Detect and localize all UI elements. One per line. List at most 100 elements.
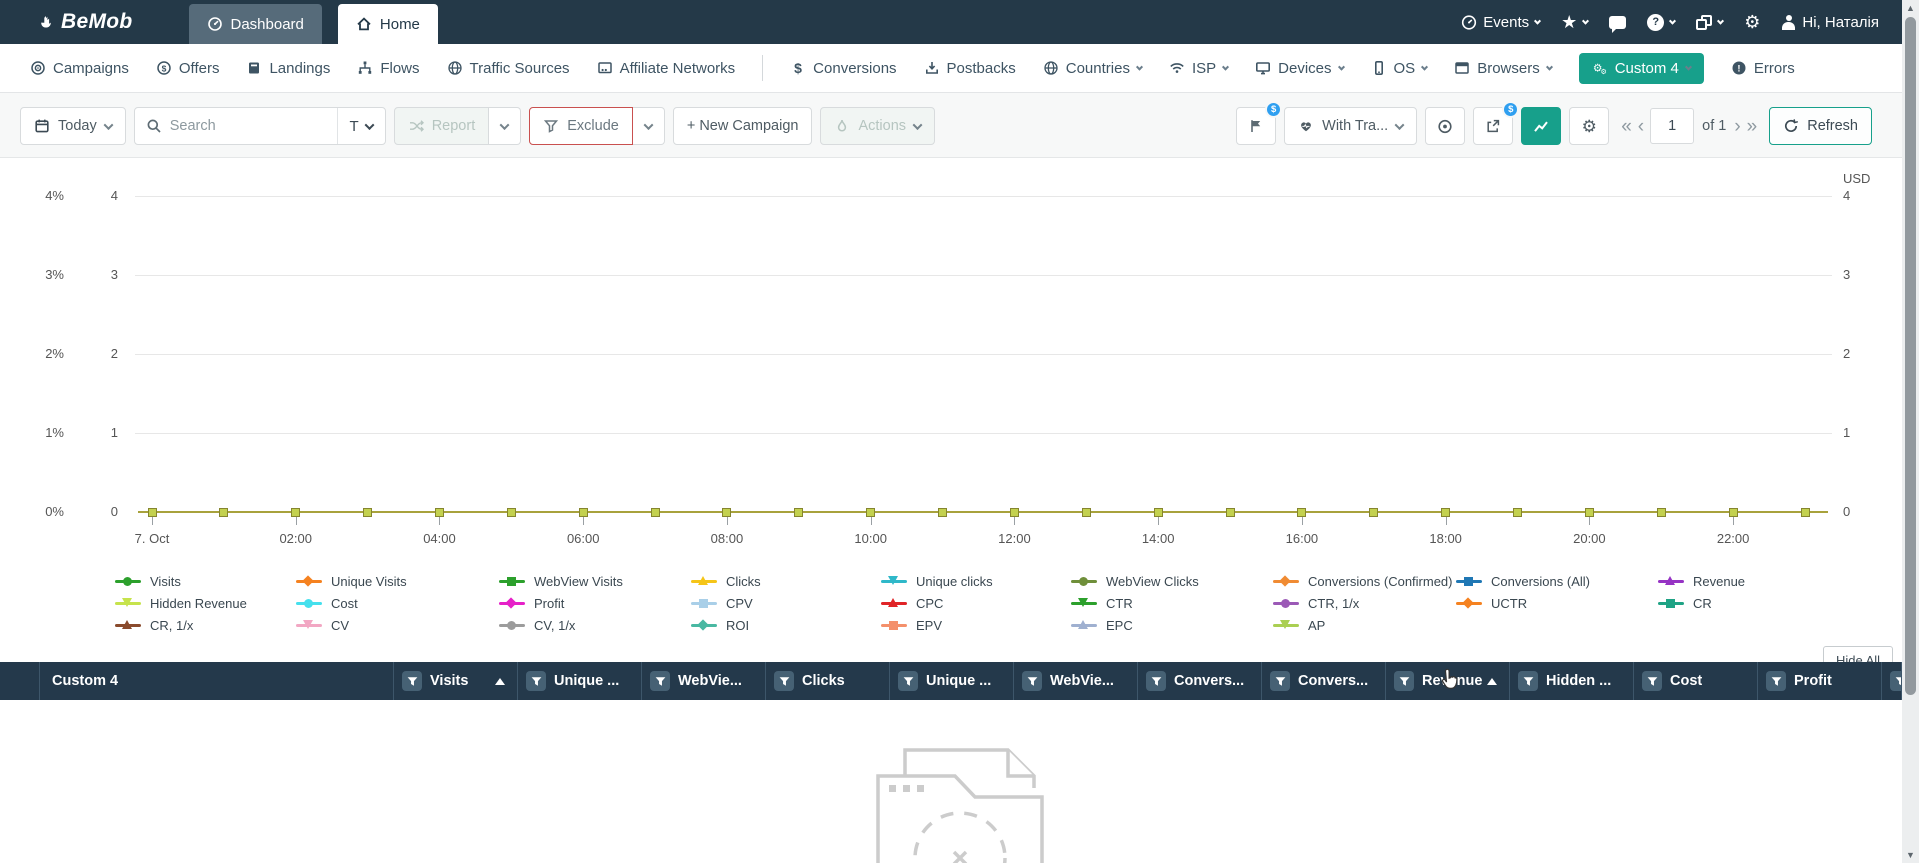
nav-item-custom-4[interactable]: ⚙ ⚙ Custom 4 — [1578, 52, 1704, 84]
first-page-button[interactable]: « — [1621, 117, 1632, 136]
legend-item-epc[interactable]: EPC — [1071, 614, 1199, 636]
nav-item-errors[interactable]: ! Errors — [1731, 60, 1795, 77]
exclude-button[interactable]: Exclude — [529, 107, 633, 145]
nav-item-postbacks[interactable]: Postbacks — [924, 60, 1016, 77]
chart-data-point[interactable] — [363, 508, 373, 517]
report-dropdown-button[interactable] — [489, 107, 522, 145]
chart-data-point[interactable] — [1009, 508, 1019, 517]
chart-data-point[interactable] — [1225, 508, 1235, 517]
chart-data-point[interactable] — [434, 508, 444, 517]
chart-data-point[interactable] — [1728, 508, 1738, 517]
table-header-group-name[interactable]: Custom 4 — [40, 662, 394, 700]
legend-item-unique-visits[interactable]: Unique Visits — [296, 570, 407, 592]
legend-item-cr[interactable]: CR — [1658, 592, 1745, 614]
page-number-input[interactable] — [1650, 108, 1695, 144]
chart-data-point[interactable] — [1656, 508, 1666, 517]
chart-data-point[interactable] — [578, 508, 588, 517]
chart-data-point[interactable] — [1153, 508, 1163, 517]
table-settings-button[interactable]: ⚙ — [1569, 107, 1610, 145]
nav-item-affiliate-networks[interactable]: Affiliate Networks — [597, 60, 735, 77]
new-campaign-button[interactable]: + New Campaign — [672, 107, 813, 145]
chart-data-point[interactable] — [1584, 508, 1594, 517]
legend-item-ctr[interactable]: CTR — [1071, 592, 1199, 614]
scroll-up-arrow[interactable]: ▲ — [1902, 0, 1919, 16]
windows-menu[interactable] — [1696, 14, 1725, 30]
vertical-scrollbar[interactable]: ▲ ▼ — [1902, 0, 1919, 863]
table-header-hidden[interactable]: Hidden ... — [1510, 662, 1634, 700]
chart-data-point[interactable] — [147, 508, 157, 517]
table-header-unique[interactable]: Unique ... — [518, 662, 642, 700]
chart-data-point[interactable] — [938, 508, 948, 517]
filter-funnel-icon[interactable] — [1642, 671, 1662, 691]
filter-funnel-icon[interactable] — [650, 671, 670, 691]
last-page-button[interactable]: » — [1747, 117, 1758, 136]
favorites-menu[interactable]: ★ — [1561, 13, 1590, 31]
legend-item-ap[interactable]: AP — [1273, 614, 1453, 636]
filter-funnel-icon[interactable] — [1518, 671, 1538, 691]
table-header-profit[interactable]: Profit — [1758, 662, 1882, 700]
table-header-revenue[interactable]: Revenue — [1386, 662, 1510, 700]
legend-item-cpv[interactable]: CPV — [691, 592, 761, 614]
legend-item-cr-1-x[interactable]: CR, 1/x — [115, 614, 247, 636]
nav-item-conversions[interactable]: $ Conversions — [790, 60, 896, 77]
filter-funnel-icon[interactable] — [1022, 671, 1042, 691]
nav-item-os[interactable]: OS — [1371, 60, 1429, 77]
help-menu[interactable]: ? — [1647, 13, 1677, 31]
nav-item-flows[interactable]: Flows — [357, 60, 420, 77]
legend-item-cost[interactable]: Cost — [296, 592, 407, 614]
search-input[interactable] — [161, 118, 337, 134]
filter-funnel-icon[interactable] — [1890, 671, 1901, 691]
nav-item-campaigns[interactable]: Campaigns — [30, 60, 129, 77]
legend-item-hidden-revenue[interactable]: Hidden Revenue — [115, 592, 247, 614]
legend-item-revenue[interactable]: Revenue — [1658, 570, 1745, 592]
filter-funnel-icon[interactable] — [1394, 671, 1414, 691]
legend-item-webview-visits[interactable]: WebView Visits — [499, 570, 623, 592]
chart-data-point[interactable] — [1441, 508, 1451, 517]
filter-funnel-icon[interactable] — [526, 671, 546, 691]
report-button[interactable]: Report — [393, 107, 490, 145]
nav-item-countries[interactable]: Countries — [1043, 60, 1143, 77]
table-header-cost[interactable]: Cost — [1634, 662, 1758, 700]
legend-item-conversions-confirmed[interactable]: Conversions (Confirmed) — [1273, 570, 1453, 592]
settings-button[interactable]: ⚙ — [1744, 13, 1760, 31]
table-header-visits[interactable]: Visits — [394, 662, 518, 700]
chat-button[interactable] — [1609, 15, 1627, 33]
table-header-clicks[interactable]: Clicks — [766, 662, 890, 700]
nav-item-traffic-sources[interactable]: Traffic Sources — [447, 60, 570, 77]
chart-toggle-button[interactable] — [1521, 107, 1562, 145]
visibility-button[interactable] — [1425, 107, 1466, 145]
tab-home[interactable]: Home — [337, 4, 438, 44]
table-header-convers[interactable]: Convers... — [1262, 662, 1386, 700]
with-traffic-filter-button[interactable]: With Tra... — [1284, 107, 1418, 145]
nav-item-isp[interactable]: ISP — [1169, 60, 1230, 77]
chart-data-point[interactable] — [1369, 508, 1379, 517]
legend-item-unique-clicks[interactable]: Unique clicks — [881, 570, 993, 592]
legend-item-webview-clicks[interactable]: WebView Clicks — [1071, 570, 1199, 592]
events-menu[interactable]: Events — [1461, 14, 1542, 31]
search-type-selector[interactable]: T — [336, 108, 385, 144]
legend-item-visits[interactable]: Visits — [115, 570, 247, 592]
filter-funnel-icon[interactable] — [1146, 671, 1166, 691]
legend-item-conversions-all[interactable]: Conversions (All) — [1456, 570, 1590, 592]
legend-item-cv[interactable]: CV — [296, 614, 407, 636]
table-header-webvie[interactable]: WebVie... — [1014, 662, 1138, 700]
table-header-convers[interactable]: Convers... — [1138, 662, 1262, 700]
next-page-button[interactable]: › — [1734, 117, 1740, 136]
scrollbar-thumb[interactable] — [1905, 17, 1916, 695]
chart-data-point[interactable] — [291, 508, 301, 517]
legend-item-clicks[interactable]: Clicks — [691, 570, 761, 592]
nav-item-landings[interactable]: Landings — [246, 60, 330, 77]
chart-data-point[interactable] — [219, 508, 229, 517]
chart-data-point[interactable] — [794, 508, 804, 517]
prev-page-button[interactable]: ‹ — [1638, 117, 1644, 136]
refresh-button[interactable]: Refresh — [1769, 107, 1872, 145]
scroll-down-arrow[interactable]: ▼ — [1902, 847, 1919, 863]
legend-item-cv-1-x[interactable]: CV, 1/x — [499, 614, 623, 636]
filter-funnel-icon[interactable] — [402, 671, 422, 691]
chart-data-point[interactable] — [866, 508, 876, 517]
nav-item-browsers[interactable]: Browsers — [1454, 60, 1553, 77]
filter-funnel-icon[interactable] — [1766, 671, 1786, 691]
date-range-button[interactable]: Today — [20, 107, 126, 145]
legend-item-uctr[interactable]: UCTR — [1456, 592, 1590, 614]
user-menu[interactable]: Hi, Наталія — [1781, 14, 1879, 31]
